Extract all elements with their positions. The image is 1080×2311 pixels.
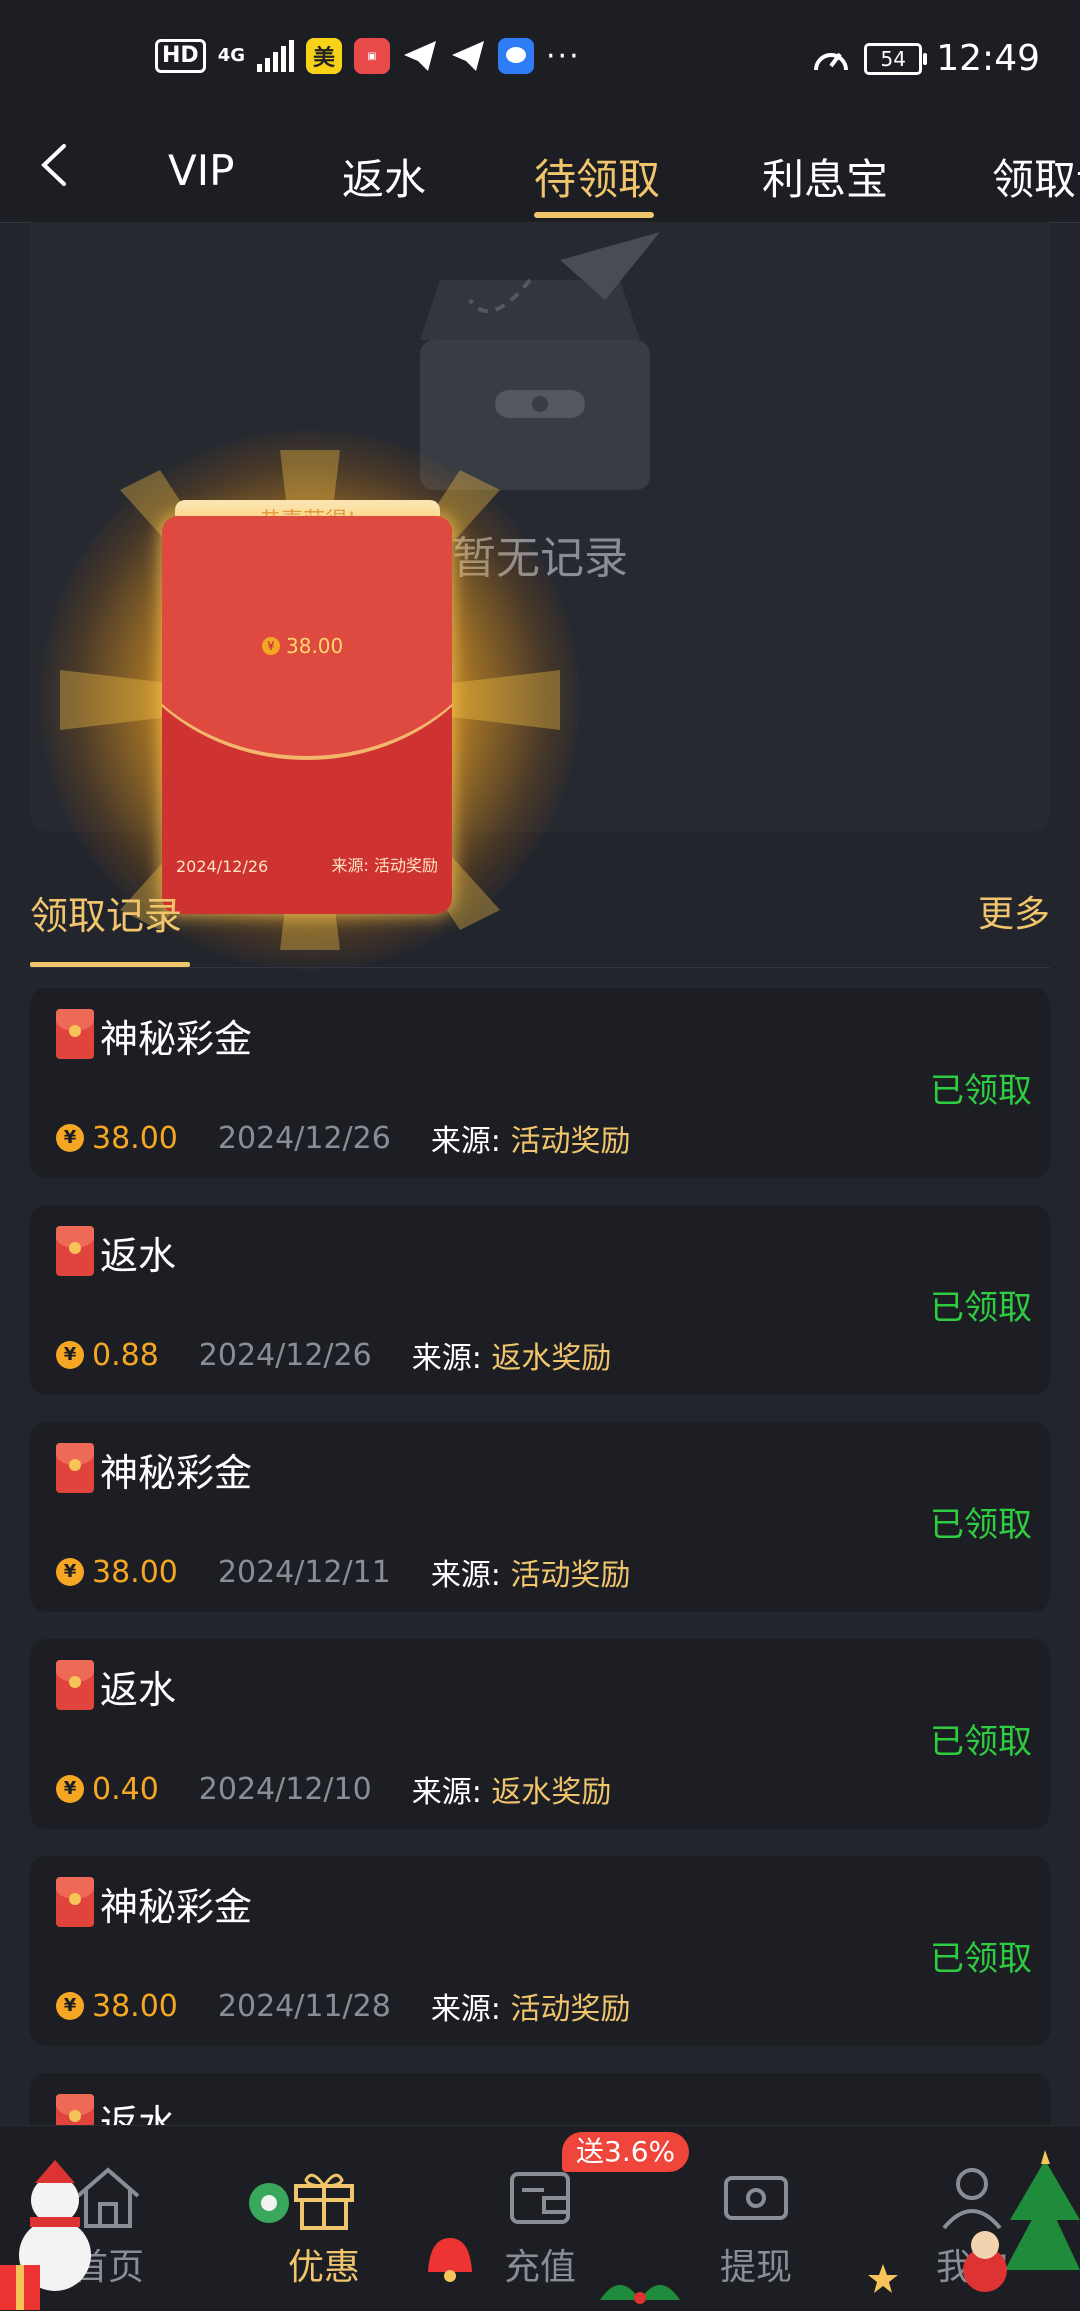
record-source-label: 来源: xyxy=(430,1124,501,1159)
yuan-coin-icon: ¥ xyxy=(56,1992,84,2020)
record-date: 2024/11/28 xyxy=(217,1988,391,2024)
tab-vip[interactable]: VIP xyxy=(168,146,234,195)
bottom-nav: 首页 优惠 充值 提现 我的 xyxy=(0,2125,1080,2311)
battery-icon: 54 xyxy=(864,42,928,75)
record-details: ¥ 38.00 2024/11/28 来源: 活动奖励 xyxy=(56,1984,630,2028)
tab-claim-records[interactable]: 领取记 xyxy=(992,146,1080,207)
gift-icon xyxy=(294,2173,354,2230)
network-type: 4G xyxy=(217,45,245,66)
recharge-bonus-badge: 送3.6% xyxy=(562,2132,690,2172)
yuan-coin-icon: ¥ xyxy=(56,1124,84,1152)
tab-pending[interactable]: 待领取 xyxy=(534,146,660,207)
meituan-app-icon: 美 xyxy=(306,38,342,74)
record-source: 活动奖励 xyxy=(510,1124,631,1159)
more-notifications-icon: ··· xyxy=(546,38,581,74)
active-tab-indicator xyxy=(534,212,654,218)
record-name: 神秘彩金 xyxy=(100,1885,253,1929)
telegram-icon-2 xyxy=(452,41,484,71)
hd-indicator: HD xyxy=(155,39,206,73)
records-list: 神秘彩金 已领取 ¥ 38.00 2024/12/26 来源: 活动奖励 返水 … xyxy=(30,988,1050,2290)
envelope-date: 2024/12/26 xyxy=(176,857,269,876)
record-card[interactable]: 神秘彩金 已领取 ¥ 38.00 2024/12/26 来源: 活动奖励 xyxy=(30,988,1050,1178)
record-amount: 0.40 xyxy=(92,1771,159,1807)
holly-decoration-icon xyxy=(600,2285,680,2304)
status-left: HD 4G 美 ▣ ··· xyxy=(155,38,581,74)
red-packet-icon xyxy=(56,1443,94,1493)
record-amount: 38.00 xyxy=(92,1120,178,1156)
record-details: ¥ 38.00 2024/12/26 来源: 活动奖励 xyxy=(56,1116,630,1160)
star-decoration-icon xyxy=(868,2264,898,2293)
red-packet-icon xyxy=(56,1660,94,1710)
top-tab-bar: VIP 返水 待领取 利息宝 领取记 xyxy=(0,120,1080,223)
red-envelope-popup[interactable]: ¥ 38.00 2024/12/26 来源: 活动奖励 xyxy=(162,516,452,914)
record-source-label: 来源: xyxy=(411,1341,482,1376)
signal-icon xyxy=(257,40,294,72)
envelope-amount-value: 38.00 xyxy=(286,634,344,658)
telegram-icon xyxy=(404,41,436,71)
record-date: 2024/12/11 xyxy=(217,1554,391,1590)
records-divider xyxy=(30,967,1050,968)
christmas-tree-decoration-icon xyxy=(963,2150,1080,2292)
red-packet-icon xyxy=(56,1009,94,1059)
yuan-coin-icon: ¥ xyxy=(56,1341,84,1369)
gift-decoration-icon xyxy=(249,2183,289,2223)
message-app-icon xyxy=(498,38,534,74)
snowman-decoration-icon xyxy=(0,2160,91,2310)
record-status: 已领取 xyxy=(930,1505,1032,1545)
record-source-label: 来源: xyxy=(430,1992,501,2027)
record-date: 2024/12/26 xyxy=(198,1337,372,1373)
record-source: 返水奖励 xyxy=(491,1775,612,1810)
record-name: 神秘彩金 xyxy=(100,1017,253,1061)
record-amount: 0.88 xyxy=(92,1337,159,1373)
red-packet-icon xyxy=(56,1877,94,1927)
yuan-coin-icon: ¥ xyxy=(56,1775,84,1803)
wallet-icon xyxy=(510,2172,570,2224)
record-status: 已领取 xyxy=(930,1722,1032,1762)
record-status: 已领取 xyxy=(930,1939,1032,1979)
yuan-coin-icon: ¥ xyxy=(262,637,280,655)
record-source: 返水奖励 xyxy=(491,1341,612,1376)
huawei-app-icon: ▣ xyxy=(354,38,390,74)
record-status: 已领取 xyxy=(930,1288,1032,1328)
record-source: 活动奖励 xyxy=(510,1558,631,1593)
record-name: 返水 xyxy=(100,1234,177,1278)
record-details: ¥ 0.40 2024/12/10 来源: 返水奖励 xyxy=(56,1767,611,1811)
record-name: 返水 xyxy=(100,1668,177,1712)
tab-interest[interactable]: 利息宝 xyxy=(762,146,888,207)
record-date: 2024/12/10 xyxy=(198,1771,372,1807)
red-packet-icon xyxy=(56,1226,94,1276)
record-name: 神秘彩金 xyxy=(100,1451,253,1495)
record-status: 已领取 xyxy=(930,1071,1032,1111)
status-right: 54 12:49 xyxy=(812,38,1040,79)
record-amount: 38.00 xyxy=(92,1554,178,1590)
clock: 12:49 xyxy=(936,38,1040,79)
record-card[interactable]: 返水 已领取 ¥ 0.88 2024/12/26 来源: 返水奖励 xyxy=(30,1205,1050,1395)
record-details: ¥ 38.00 2024/12/11 来源: 活动奖励 xyxy=(56,1550,630,1594)
record-amount: 38.00 xyxy=(92,1988,178,2024)
envelope-source: 来源: 活动奖励 xyxy=(331,856,438,875)
record-card[interactable]: 神秘彩金 已领取 ¥ 38.00 2024/12/11 来源: 活动奖励 xyxy=(30,1422,1050,1612)
more-link[interactable]: 更多 xyxy=(978,885,1050,937)
bell-decoration-icon xyxy=(428,2238,472,2282)
record-card[interactable]: 返水 已领取 ¥ 0.40 2024/12/10 来源: 返水奖励 xyxy=(30,1639,1050,1829)
records-section-title[interactable]: 领取记录 xyxy=(30,885,182,940)
tab-rebate[interactable]: 返水 xyxy=(342,146,426,207)
record-details: ¥ 0.88 2024/12/26 来源: 返水奖励 xyxy=(56,1333,611,1377)
status-bar: HD 4G 美 ▣ ··· 54 12:49 xyxy=(0,0,1080,120)
speed-icon xyxy=(814,52,849,70)
yuan-coin-icon: ¥ xyxy=(56,1558,84,1586)
record-source: 活动奖励 xyxy=(510,1992,631,2027)
record-source-label: 来源: xyxy=(411,1775,482,1810)
nav-label: 优惠 xyxy=(287,2247,360,2288)
record-date: 2024/12/26 xyxy=(217,1120,391,1156)
envelope-amount: ¥ 38.00 xyxy=(262,634,343,658)
record-source-label: 来源: xyxy=(430,1558,501,1593)
record-card[interactable]: 神秘彩金 已领取 ¥ 38.00 2024/11/28 来源: 活动奖励 xyxy=(30,1856,1050,2046)
withdraw-icon xyxy=(724,2176,788,2220)
